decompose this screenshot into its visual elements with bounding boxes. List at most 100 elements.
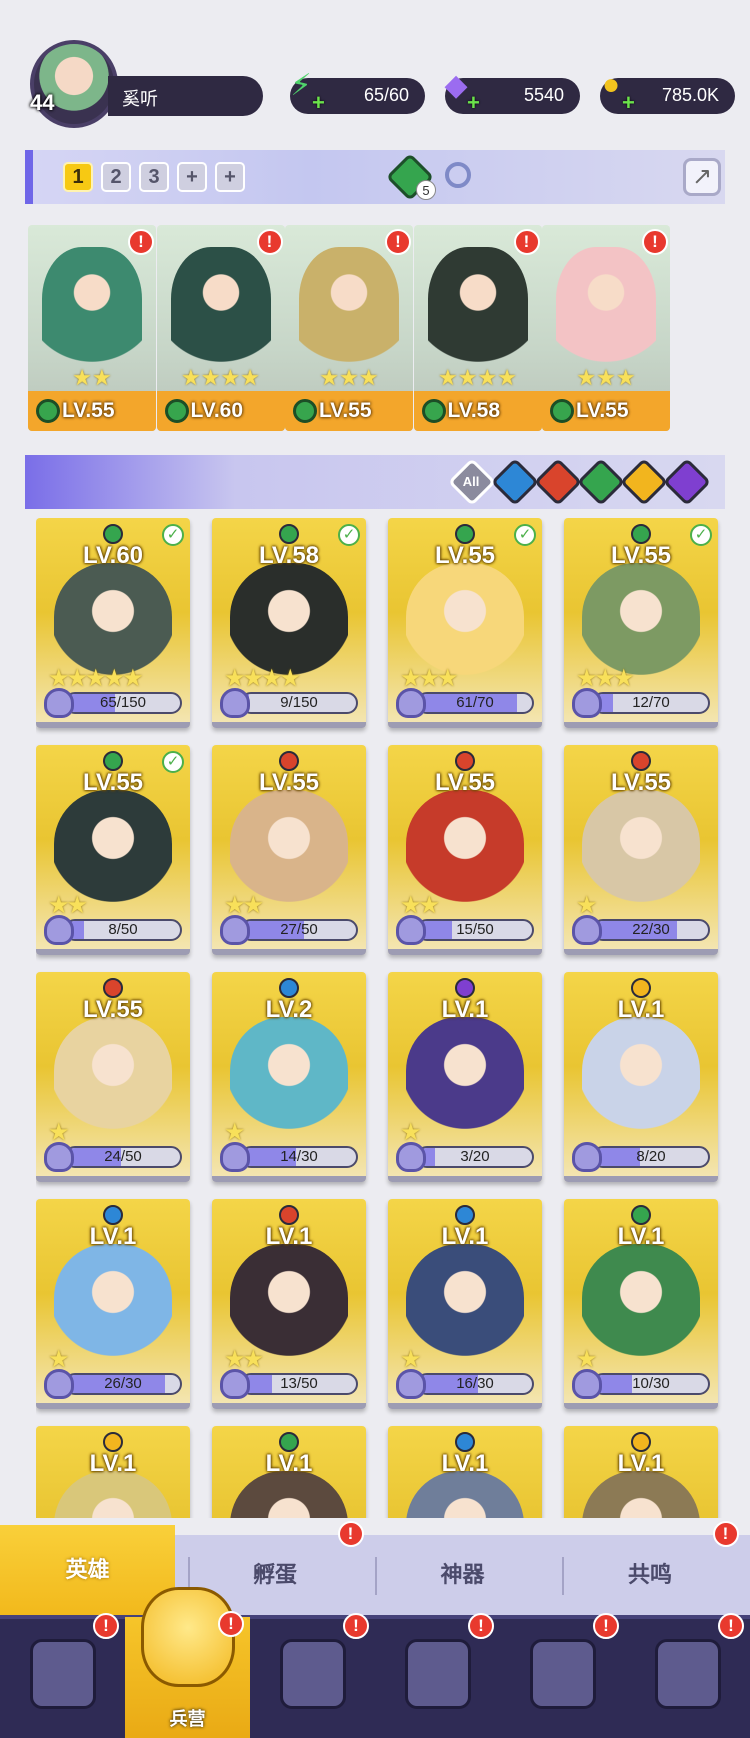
alert-badge: ! <box>468 1613 494 1639</box>
hero-level: LV.55 <box>610 769 672 796</box>
hero-level: LV.58 <box>447 399 501 422</box>
team-tab-add-1[interactable]: + <box>177 162 207 192</box>
nav-item-barracks[interactable]: 兵营! <box>125 1587 250 1738</box>
hero-level: LV.58 <box>258 542 320 569</box>
team-tab-1[interactable]: 1 <box>63 162 93 192</box>
alert-badge: ! <box>593 1613 619 1639</box>
alert-badge: ! <box>128 229 154 255</box>
subtab-label: 共鸣 <box>627 1562 672 1587</box>
hero-card[interactable]: LV.1 ★★ 13/50 <box>212 1199 366 1409</box>
hero-card[interactable]: LV.1 ★ 3/20 <box>388 972 542 1182</box>
player-name: 奚听 <box>108 76 263 116</box>
shard-progress-bar: 24/50 <box>64 1146 182 1168</box>
team-bar: 1 2 3 + + 5 ↗ <box>25 150 725 204</box>
filter-all-label: All <box>462 474 480 489</box>
hero-card[interactable]: LV.1 ★ 26/30 <box>36 1199 190 1409</box>
hero-card[interactable]: ✓ LV.60 ★★★★★ 65/150 <box>36 518 190 728</box>
hero-card[interactable]: LV.1 <box>564 1426 718 1518</box>
add-gold-icon[interactable]: + <box>622 90 635 116</box>
shard-icon <box>44 915 74 945</box>
hero-level: LV.55 <box>434 769 496 796</box>
shard-progress-bar: 26/30 <box>64 1373 182 1395</box>
team-tab-add-2[interactable]: + <box>215 162 245 192</box>
shard-progress-text: 27/50 <box>280 921 318 938</box>
alert-badge: ! <box>513 229 540 255</box>
hero-level: LV.60 <box>190 399 244 422</box>
hero-portrait <box>54 1244 172 1364</box>
hero-card[interactable]: LV.1 8/20 <box>564 972 718 1182</box>
shard-progress-bar: 14/30 <box>240 1146 358 1168</box>
team-hero-card[interactable]: ★★★ LV.55! <box>542 225 670 431</box>
hero-card[interactable]: LV.55 ★★ 27/50 <box>212 745 366 955</box>
add-energy-icon[interactable]: + <box>312 90 325 116</box>
filter-nature-icon[interactable] <box>576 457 626 507</box>
card-shelf <box>212 949 366 955</box>
gold-resource[interactable]: ● + 785.0K <box>600 68 735 116</box>
team-tab-2[interactable]: 2 <box>101 162 131 192</box>
castle-icon <box>405 1639 471 1709</box>
shard-icon <box>220 688 250 718</box>
hero-card[interactable]: ✓ LV.58 ★★★★ 9/150 <box>212 518 366 728</box>
hero-card[interactable]: LV.1 <box>388 1426 542 1518</box>
team-hero-card[interactable]: ★★★ LV.55! <box>285 225 413 431</box>
nav-item-shield[interactable]: ! <box>625 1613 750 1738</box>
hero-card[interactable]: LV.1 ★ 10/30 <box>564 1199 718 1409</box>
shard-progress-text: 22/30 <box>632 921 670 938</box>
hero-card[interactable]: LV.55 ★ 24/50 <box>36 972 190 1182</box>
hero-card[interactable]: ✓ LV.55 ★★★ 12/70 <box>564 518 718 728</box>
shard-progress-text: 9/150 <box>280 694 318 711</box>
alert-badge: ! <box>343 1613 369 1639</box>
filter-light-icon[interactable] <box>619 457 669 507</box>
sub-tabs: 英雄 孵蛋! 神器 共鸣! <box>0 1521 750 1615</box>
filter-dark-icon[interactable] <box>662 457 712 507</box>
hero-card[interactable]: LV.55 ★★ 15/50 <box>388 745 542 955</box>
shard-progress-text: 13/50 <box>280 1375 318 1392</box>
hero-card[interactable]: LV.1 <box>36 1426 190 1518</box>
search-icon[interactable] <box>445 162 471 188</box>
nav-item-guild[interactable]: ! <box>500 1613 625 1738</box>
alert-badge: ! <box>218 1611 244 1637</box>
team-element-count: 5 <box>416 180 436 200</box>
hero-level: LV.1 <box>441 996 489 1023</box>
energy-resource[interactable]: ⚡ + 65/60 <box>290 69 425 116</box>
nav-item-map[interactable]: ! <box>250 1613 375 1738</box>
alert-badge: ! <box>256 229 283 255</box>
player-level: 44 <box>30 90 55 115</box>
filter-water-icon[interactable] <box>490 457 540 507</box>
hero-portrait <box>556 247 656 377</box>
hero-card[interactable]: LV.55 ★ 22/30 <box>564 745 718 955</box>
nav-item-cards[interactable]: ! <box>0 1613 125 1738</box>
card-shelf <box>388 1176 542 1182</box>
hero-card[interactable]: LV.2 ★ 14/30 <box>212 972 366 1182</box>
hero-card[interactable]: LV.1 <box>212 1426 366 1518</box>
shard-icon <box>396 1142 426 1172</box>
shard-icon <box>572 688 602 718</box>
team-hero-card[interactable]: ★★★★ LV.58! <box>413 225 542 431</box>
alert-badge: ! <box>642 229 668 255</box>
share-icon[interactable]: ↗ <box>683 158 721 196</box>
subtab-label: 孵蛋 <box>252 1562 297 1587</box>
hero-portrait <box>54 1017 172 1137</box>
card-shelf <box>388 949 542 955</box>
add-gems-icon[interactable]: + <box>467 90 480 116</box>
hero-level: LV.1 <box>89 1223 137 1250</box>
team-hero-card[interactable]: ★★★★ LV.60! <box>156 225 285 431</box>
hero-card[interactable]: LV.1 ★ 16/30 <box>388 1199 542 1409</box>
hero-card[interactable]: ✓ LV.55 ★★ 8/50 <box>36 745 190 955</box>
subtab-2[interactable]: 神器 <box>375 1535 550 1615</box>
gems-resource[interactable]: ◆ + 5540 <box>444 69 580 116</box>
hero-portrait <box>406 1017 524 1137</box>
hero-level: LV.55 <box>576 399 629 422</box>
nav-item-castle[interactable]: ! <box>375 1613 500 1738</box>
card-shelf <box>212 722 366 728</box>
filter-fire-icon[interactable] <box>533 457 583 507</box>
hero-level: LV.55 <box>319 399 372 422</box>
team-tab-3[interactable]: 3 <box>139 162 169 192</box>
hero-level: LV.55 <box>610 542 672 569</box>
shard-progress-text: 8/50 <box>108 921 138 938</box>
team-hero-card[interactable]: ★★ LV.55! <box>28 225 156 431</box>
hero-card[interactable]: ✓ LV.55 ★★★ 61/70 <box>388 518 542 728</box>
alert-badge: ! <box>337 1521 364 1547</box>
subtab-3[interactable]: 共鸣 <box>563 1535 738 1615</box>
hero-portrait <box>170 247 271 377</box>
